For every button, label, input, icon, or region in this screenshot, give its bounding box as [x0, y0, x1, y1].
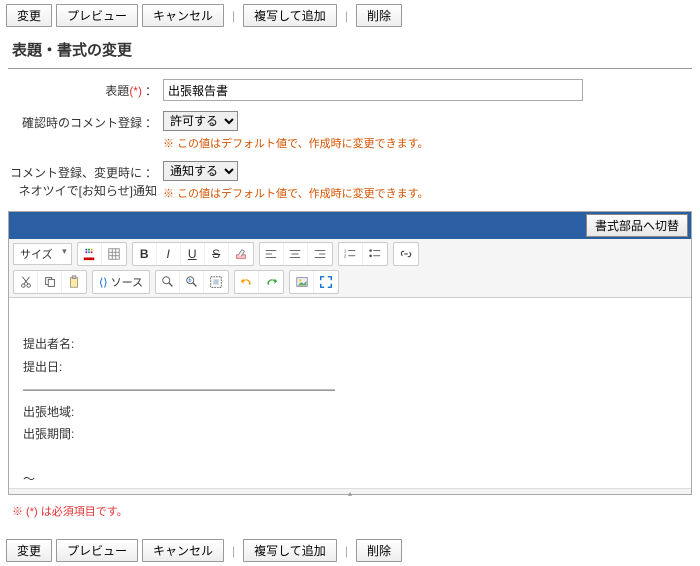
copy-icon[interactable] — [38, 271, 62, 293]
resize-handle[interactable]: ▴ — [9, 488, 691, 494]
switch-format-button[interactable]: 書式部品へ切替 — [586, 214, 688, 237]
duplicate-add-button[interactable]: 複写して追加 — [243, 539, 337, 562]
title-input[interactable] — [163, 79, 583, 101]
font-size-select[interactable]: サイズ — [13, 243, 72, 265]
editor-topbar: 書式部品へ切替 — [9, 212, 691, 239]
comment-reg-hint: ※ この値はデフォルト値で、作成時に変更できます。 — [163, 135, 692, 151]
align-right-icon[interactable] — [308, 243, 332, 265]
undo-icon[interactable] — [235, 271, 259, 293]
change-button[interactable]: 変更 — [6, 4, 52, 27]
separator: | — [232, 9, 235, 23]
svg-text:b: b — [188, 278, 191, 284]
text-color-icon[interactable] — [78, 243, 102, 265]
delete-button[interactable]: 削除 — [356, 539, 402, 562]
svg-text:1: 1 — [344, 248, 347, 253]
find-icon[interactable] — [156, 271, 180, 293]
cancel-button[interactable]: キャンセル — [142, 539, 224, 562]
page-title: 表題・書式の変更 — [8, 31, 692, 69]
change-button[interactable]: 変更 — [6, 539, 52, 562]
delete-button[interactable]: 削除 — [356, 4, 402, 27]
separator: | — [345, 544, 348, 558]
duplicate-add-button[interactable]: 複写して追加 — [243, 4, 337, 27]
cancel-button[interactable]: キャンセル — [142, 4, 224, 27]
preview-button[interactable]: プレビュー — [56, 4, 138, 27]
strike-icon[interactable]: S — [205, 243, 229, 265]
comment-change-row: コメント登録、変更時に： ネオツイで[お知らせ]通知 通知する ※ この値はデフ… — [8, 161, 692, 201]
preview-button[interactable]: プレビュー — [56, 539, 138, 562]
comment-reg-label: 確認時のコメント登録： — [8, 111, 163, 131]
comment-reg-select[interactable]: 許可する — [163, 111, 238, 131]
italic-icon[interactable]: I — [157, 243, 181, 265]
link-icon[interactable] — [394, 243, 418, 265]
separator: | — [345, 9, 348, 23]
editor-toolbar: サイズ B I U S — [9, 239, 691, 298]
required-note: ※ (*) は必須項目です。 — [8, 495, 692, 527]
underline-icon[interactable]: U — [181, 243, 205, 265]
paste-icon[interactable] — [62, 271, 86, 293]
comment-change-select[interactable]: 通知する — [163, 161, 238, 181]
table-icon[interactable] — [102, 243, 126, 265]
comment-change-hint: ※ この値はデフォルト値で、作成時に変更できます。 — [163, 185, 692, 201]
separator: | — [232, 544, 235, 558]
align-center-icon[interactable] — [284, 243, 308, 265]
cut-icon[interactable] — [14, 271, 38, 293]
redo-icon[interactable] — [259, 271, 283, 293]
bold-icon[interactable]: B — [133, 243, 157, 265]
ordered-list-icon[interactable]: 12 — [339, 243, 363, 265]
maximize-icon[interactable] — [314, 271, 338, 293]
editor: 書式部品へ切替 サイズ B I U S — [8, 211, 692, 495]
select-all-icon[interactable] — [204, 271, 228, 293]
align-left-icon[interactable] — [260, 243, 284, 265]
editor-body[interactable]: 提出者名: 提出日: —————————————————————————— 出張… — [9, 298, 691, 488]
image-icon[interactable] — [290, 271, 314, 293]
source-icon[interactable]: ⟨⟩ソース — [93, 271, 149, 293]
unordered-list-icon[interactable] — [363, 243, 387, 265]
svg-text:2: 2 — [344, 254, 347, 259]
comment-reg-row: 確認時のコメント登録： 許可する ※ この値はデフォルト値で、作成時に変更できま… — [8, 111, 692, 151]
title-row: 表題(*)： — [8, 79, 692, 101]
replace-icon[interactable]: b — [180, 271, 204, 293]
top-toolbar: 変更 プレビュー キャンセル | 複写して追加 | 削除 — [0, 0, 700, 31]
title-label: 表題(*)： — [8, 79, 163, 99]
comment-change-label: コメント登録、変更時に： ネオツイで[お知らせ]通知 — [8, 161, 163, 200]
clear-format-icon[interactable] — [229, 243, 253, 265]
